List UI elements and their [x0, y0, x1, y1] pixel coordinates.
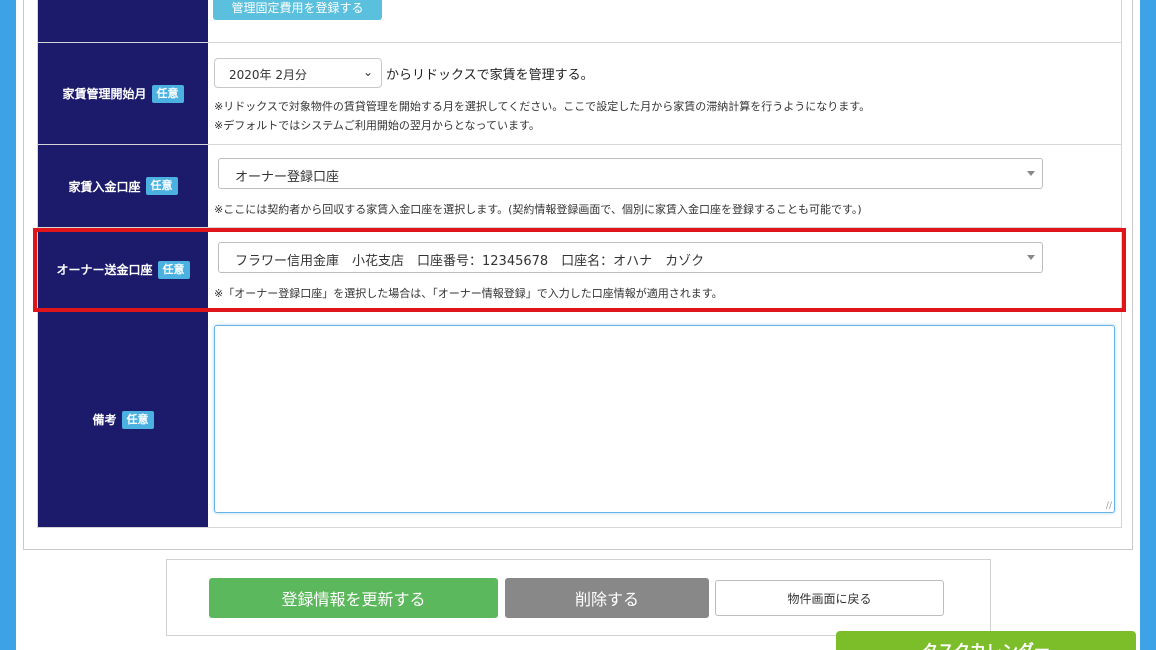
fixed-cost-header: [38, 0, 208, 42]
dropdown-arrow-icon: [1027, 171, 1035, 176]
rent-start-label: 家賃管理開始月: [62, 87, 147, 101]
rent-start-cell: 2020年 2月分 ⌄ からリドックスで家賃を管理する。 ※リドックスで対象物件…: [208, 43, 1121, 144]
owner-account-row: オーナー送金口座 任意 フラワー信用金庫 小花支店 口座番号：12345678 …: [38, 228, 1121, 312]
resize-grip-icon[interactable]: ∕∕: [1106, 502, 1112, 511]
rent-account-label: 家賃入金口座: [68, 179, 141, 194]
page: 家賃管理開始月 任意 2020年 2月分 ⌄ からリドックスで家賃を管理する。 …: [16, 0, 1140, 650]
rent-start-header: 家賃管理開始月 任意: [38, 43, 208, 144]
optional-badge: 任意: [157, 260, 190, 279]
back-to-property-button[interactable]: 物件画面に戻る: [715, 580, 944, 616]
remarks-label: 備考: [92, 413, 117, 427]
rent-start-note-2: ※デフォルトではシステムご利用開始の翌月からとなっています。: [214, 119, 540, 132]
owner-account-select[interactable]: フラワー信用金庫 小花支店 口座番号：12345678 口座名：オハナ カゾク: [218, 242, 1043, 273]
fixed-cost-row: [38, 0, 1121, 43]
owner-account-label: オーナー送金口座: [56, 263, 153, 277]
remarks-cell: ∕∕: [208, 312, 1121, 527]
owner-account-cell: フラワー信用金庫 小花支店 口座番号：12345678 口座名：オハナ カゾク …: [208, 228, 1121, 311]
rent-account-header: 家賃入金口座 任意: [38, 145, 208, 227]
rent-start-month-value: 2020年 2月分: [229, 68, 307, 82]
property-form-table: 家賃管理開始月 任意 2020年 2月分 ⌄ からリドックスで家賃を管理する。 …: [37, 0, 1122, 528]
task-calendar-tab[interactable]: タスクカレンダー: [836, 631, 1136, 650]
remarks-header: 備考 任意: [38, 312, 208, 527]
owner-account-note: ※「オーナー登録口座」を選択した場合は、「オーナー情報登録」で入力した口座情報が…: [214, 287, 723, 300]
rent-start-month-select[interactable]: 2020年 2月分 ⌄: [214, 58, 382, 88]
rent-account-cell: オーナー登録口座 ※ここには契約者から回収する家賃入金口座を選択します。(契約情…: [208, 145, 1121, 227]
owner-account-header: オーナー送金口座 任意: [38, 228, 208, 311]
rent-start-row: 家賃管理開始月 任意 2020年 2月分 ⌄ からリドックスで家賃を管理する。 …: [38, 43, 1121, 145]
rent-account-select[interactable]: オーナー登録口座: [218, 158, 1043, 189]
rent-start-note-1: ※リドックスで対象物件の賃貸管理を開始する月を選択してください。ここで設定した月…: [214, 100, 871, 113]
optional-badge: 任意: [145, 177, 178, 195]
register-fixed-cost-button[interactable]: 管理固定費用を登録する: [213, 0, 382, 20]
dropdown-arrow-icon: [1027, 255, 1035, 260]
rent-account-note: ※ここには契約者から回収する家賃入金口座を選択します。(契約情報登録画面で、個別…: [214, 203, 862, 216]
form-panel: 家賃管理開始月 任意 2020年 2月分 ⌄ からリドックスで家賃を管理する。 …: [23, 0, 1133, 550]
owner-account-value: フラワー信用金庫 小花支店 口座番号：12345678 口座名：オハナ カゾク: [235, 254, 705, 269]
update-button[interactable]: 登録情報を更新する: [209, 578, 498, 618]
optional-badge: 任意: [151, 84, 184, 103]
optional-badge: 任意: [121, 410, 154, 429]
rent-start-suffix: からリドックスで家賃を管理する。: [386, 68, 594, 83]
remarks-textarea[interactable]: ∕∕: [214, 325, 1115, 513]
rent-account-row: 家賃入金口座 任意 オーナー登録口座 ※ここには契約者から回収する家賃入金口座を…: [38, 145, 1121, 228]
chevron-down-icon: ⌄: [362, 65, 373, 79]
remarks-row: 備考 任意 ∕∕: [38, 312, 1121, 527]
action-bar: 登録情報を更新する 削除する 物件画面に戻る: [166, 559, 991, 636]
delete-button[interactable]: 削除する: [505, 578, 709, 618]
rent-account-value: オーナー登録口座: [235, 170, 340, 185]
